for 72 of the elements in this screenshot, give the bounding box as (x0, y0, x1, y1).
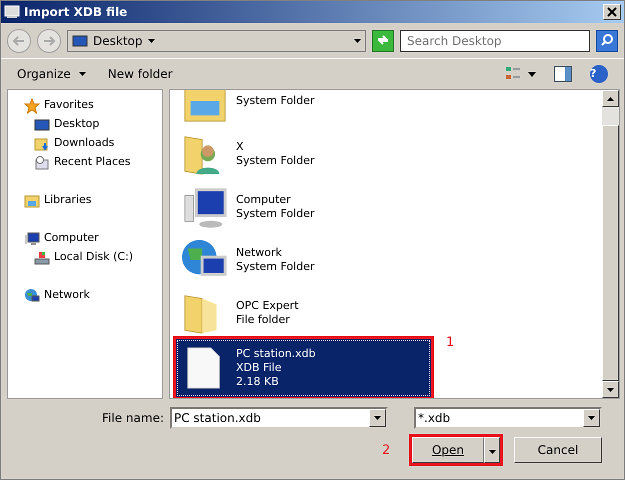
help-button[interactable]: ? (590, 65, 608, 83)
left-arrow-icon (12, 34, 26, 46)
sidebar-item[interactable]: Downloads (24, 134, 162, 153)
search-field[interactable]: Search Desktop (400, 30, 590, 52)
folder-icon (24, 192, 40, 208)
file-name-label: File name: (102, 410, 164, 427)
sidebar-item[interactable]: Local Disk (C:) (24, 248, 162, 267)
file-label: XDB File (236, 361, 282, 375)
window-title: Import XDB file (24, 4, 128, 21)
down-arrow-icon (607, 388, 614, 392)
star-icon (24, 98, 40, 114)
sidebar-item[interactable]: Network (24, 286, 162, 305)
address-bar[interactable]: Desktop (67, 30, 366, 52)
file-label: X (236, 140, 245, 154)
monitor-icon (72, 32, 88, 48)
window-icon (4, 4, 20, 20)
refresh-icon (376, 33, 390, 48)
file-name-field[interactable]: PC station.xdb (170, 407, 388, 429)
file-item[interactable]: System Folder (176, 90, 431, 127)
right-arrow-icon (42, 34, 56, 46)
caret-icon (148, 38, 154, 42)
file-item[interactable]: Computer System Folder (176, 180, 431, 233)
scroll-down-button[interactable] (602, 381, 619, 398)
address-text: Desktop (93, 32, 142, 50)
organize-button[interactable]: Organize (17, 65, 86, 83)
search-button[interactable] (596, 30, 618, 52)
folder-icon (34, 136, 50, 152)
search-icon (600, 33, 614, 48)
sidebar-item[interactable]: Libraries (24, 191, 162, 210)
caret-icon (374, 416, 381, 420)
preview-pane-button[interactable] (554, 66, 572, 82)
file-label: Network (236, 246, 283, 260)
file-item[interactable]: X System Folder (176, 127, 431, 180)
file-label: OPC Expert (236, 298, 299, 312)
globe-icon (24, 288, 40, 304)
drive-icon (34, 250, 50, 266)
file-item[interactable]: Network System Folder (176, 233, 431, 286)
file-label: System Folder (236, 154, 315, 168)
caret-icon (78, 72, 86, 76)
file-item[interactable]: OPC Expert File folder (176, 286, 431, 339)
up-arrow-icon (607, 96, 614, 100)
file-type-dropdown[interactable]: *.xdb (414, 407, 602, 429)
callout-number: 1 (446, 334, 454, 352)
caret-icon (588, 416, 595, 420)
folder-icon (182, 90, 228, 124)
computer-icon (24, 230, 40, 246)
callout-number: 2 (382, 442, 390, 460)
file-label: System Folder (236, 260, 315, 274)
sidebar-item[interactable]: Computer (24, 229, 162, 248)
view-options-button[interactable] (506, 66, 536, 82)
scrollbar[interactable] (602, 90, 619, 398)
clock-icon (34, 154, 50, 170)
close-button[interactable] (603, 4, 621, 20)
cancel-button[interactable]: Cancel (514, 437, 602, 463)
sidebar-item[interactable]: Recent Places (24, 153, 162, 172)
scroll-thumb[interactable] (602, 125, 619, 381)
file-label: System Folder (236, 206, 315, 220)
file-label: File folder (236, 312, 291, 326)
monitor-icon (34, 116, 50, 132)
file-label: 2.18 KB (236, 375, 280, 389)
scroll-up-button[interactable] (602, 90, 619, 107)
file-label: PC station.xdb (236, 347, 316, 361)
file-label: Computer (236, 192, 292, 206)
open-button[interactable]: Open (412, 437, 484, 463)
open-dropdown-button[interactable] (484, 437, 500, 463)
file-label: System Folder (236, 94, 315, 108)
caret-icon (354, 38, 361, 42)
refresh-button[interactable] (372, 30, 394, 52)
caret-icon (488, 450, 496, 454)
sidebar-item[interactable]: Favorites (24, 96, 162, 115)
new-folder-button[interactable]: New folder (108, 65, 173, 83)
sidebar-item[interactable]: Desktop (24, 115, 162, 134)
